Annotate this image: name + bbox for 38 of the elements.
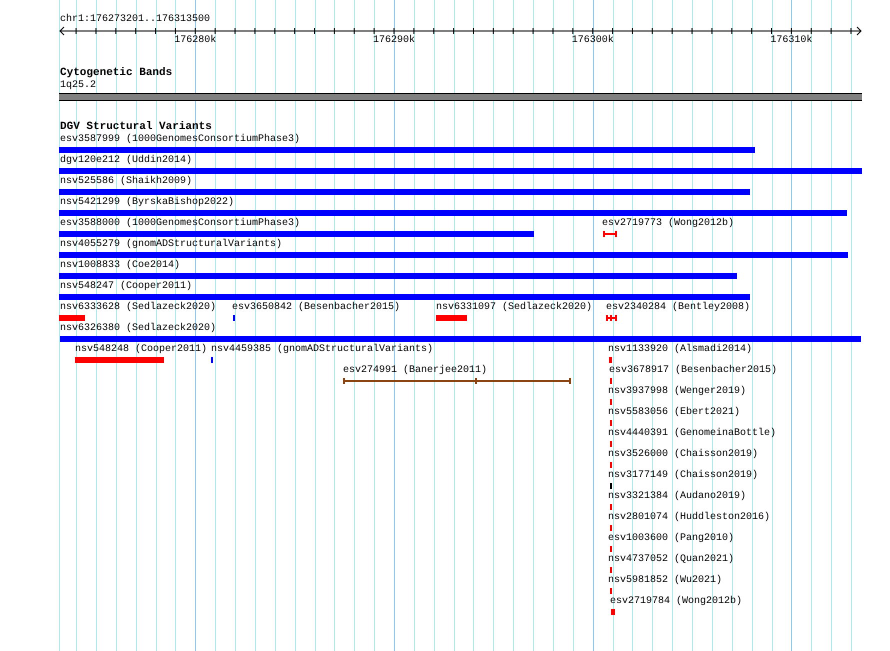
feature-label: nsv525586 (Shaikh2009) xyxy=(60,176,192,188)
feature-label: nsv4440391 (GenomeinaBottle) xyxy=(608,428,776,440)
tick-label: 176310k xyxy=(770,35,812,47)
tick-label: 176290k xyxy=(372,35,415,47)
feature-label: esv3678917 (Besenbacher2015) xyxy=(609,365,778,377)
feature-label: nsv3321384 (Audano2019) xyxy=(608,491,746,503)
feature-label: nsv1008833 (Coe2014) xyxy=(60,260,180,272)
location-label: chr1:176273201..176313500 xyxy=(60,14,210,26)
feature-label: nsv5421299 (ByrskaBishop2022) xyxy=(60,197,234,209)
feature-label: nsv6331097 (Sedlazeck2020) xyxy=(436,302,592,314)
feature-label: nsv548247 (Cooper2011) xyxy=(60,281,192,293)
feature-label: nsv2801074 (Huddleston2016) xyxy=(608,512,770,524)
feature-label: nsv6333628 (Sedlazeck2020) xyxy=(60,302,216,314)
feature-label: esv1003600 (Pang2010) xyxy=(608,533,734,545)
track-title: DGV Structural Variants xyxy=(60,121,212,133)
feature-label: dgv120e212 (Uddin2014) xyxy=(60,155,192,167)
feature-label: esv2340284 (Bentley2008) xyxy=(606,302,750,314)
tick-label: 176300k xyxy=(572,35,614,47)
feature-label: esv274991 (Banerjee2011) xyxy=(343,365,488,377)
feature-label: esv2719784 (Wong2012b) xyxy=(610,596,742,608)
feature-label: esv3587999 (1000GenomesConsortiumPhase3) xyxy=(60,134,300,146)
feature-label: nsv1133920 (Alsmadi2014) xyxy=(608,344,752,356)
feature-label: nsv4459385 (gnomADStructuralVariants) xyxy=(211,344,434,356)
feature-label: nsv3526000 (Chaisson2019) xyxy=(608,449,758,461)
feature-label: nsv5583056 (Ebert2021) xyxy=(608,407,740,419)
track-title: Cytogenetic Bands xyxy=(60,67,172,79)
feature-label: nsv6326380 (Sedlazeck2020) xyxy=(60,323,216,335)
tick-label: 176280k xyxy=(174,35,216,47)
feature-label: nsv3177149 (Chaisson2019) xyxy=(608,470,758,482)
feature-label: esv3650842 (Besenbacher2015) xyxy=(232,302,400,314)
band-label: 1q25.2 xyxy=(60,80,96,92)
feature-label: esv2719773 (Wong2012b) xyxy=(602,218,734,230)
feature-label: nsv5981852 (Wu2021) xyxy=(608,575,722,587)
feature-label: nsv4055279 (gnomADStructuralVariants) xyxy=(60,239,282,251)
feature-label: nsv548248 (Cooper2011) xyxy=(75,344,208,356)
feature-label: nsv3937998 (Wenger2019) xyxy=(608,386,746,398)
feature-label: esv3588000 (1000GenomesConsortiumPhase3) xyxy=(60,218,300,230)
feature-label: nsv4737052 (Quan2021) xyxy=(608,554,734,566)
